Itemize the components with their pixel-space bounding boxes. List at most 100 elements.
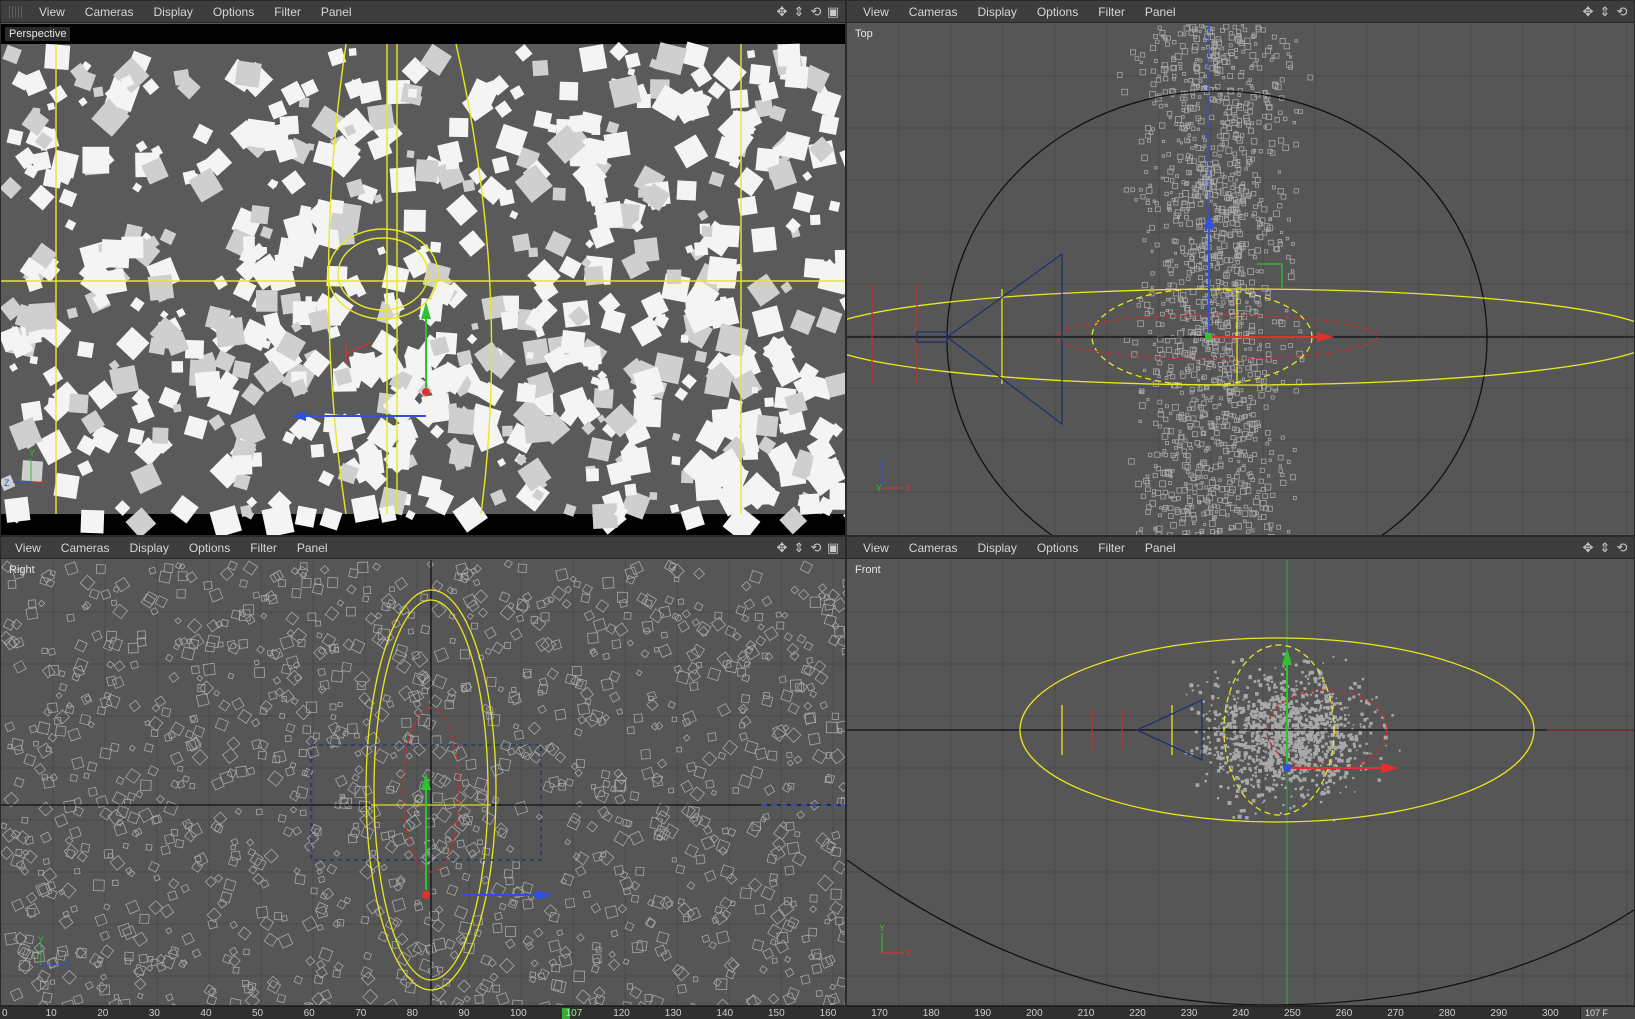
grid	[847, 560, 1634, 1005]
drag-grip-icon[interactable]	[9, 5, 23, 18]
perspective-scene: Y Z	[1, 24, 845, 535]
viewport-menubar: View Cameras Display Options Filter Pane…	[847, 537, 1634, 559]
timeline-tick: 130	[664, 1008, 682, 1019]
zoom-view-icon[interactable]: ⇕	[1598, 4, 1612, 20]
axis-y-label: Y	[876, 483, 882, 493]
right-scene: Y Z	[1, 560, 845, 1005]
axis-z-label: Z	[879, 459, 885, 469]
viewport-menubar: View Cameras Display Options Filter Pane…	[1, 1, 845, 23]
timeline-tick: 220	[1129, 1008, 1146, 1019]
rotate-view-icon[interactable]: ⟲	[809, 540, 823, 556]
timeline-tick: 190	[974, 1008, 992, 1019]
menu-panel[interactable]: Panel	[287, 537, 338, 559]
rotate-view-icon[interactable]: ⟲	[1615, 4, 1629, 20]
viewport-label-perspective[interactable]: Perspective	[5, 27, 71, 41]
viewport-right[interactable]: View Cameras Display Options Filter Pane…	[0, 536, 846, 1006]
timeline-tick: 20	[97, 1008, 109, 1019]
rotate-view-icon[interactable]: ⟲	[809, 4, 823, 20]
viewport-menubar: View Cameras Display Options Filter Pane…	[1, 537, 845, 559]
menu-options[interactable]: Options	[1027, 1, 1088, 23]
move-view-icon[interactable]: ✥	[775, 4, 789, 20]
menu-panel[interactable]: Panel	[311, 1, 362, 23]
menu-options[interactable]: Options	[203, 1, 264, 23]
menu-filter[interactable]: Filter	[1088, 537, 1135, 559]
menu-view[interactable]: View	[29, 1, 75, 23]
timeline-tick: 60	[303, 1008, 315, 1019]
rotate-view-icon[interactable]: ⟲	[1615, 540, 1629, 556]
menu-filter[interactable]: Filter	[264, 1, 311, 23]
timeline-tick: 50	[252, 1008, 264, 1019]
viewport-label-right[interactable]: Right	[5, 563, 39, 577]
viewport-canvas-front[interactable]: Y X	[847, 560, 1634, 1005]
menu-panel[interactable]: Panel	[1135, 1, 1186, 23]
menu-view[interactable]: View	[853, 1, 899, 23]
top-guides	[847, 24, 1634, 535]
move-view-icon[interactable]: ✥	[775, 540, 789, 556]
menu-display[interactable]: Display	[967, 1, 1026, 23]
front-guides	[847, 560, 1634, 1005]
menu-display[interactable]: Display	[967, 537, 1026, 559]
menu-view[interactable]: View	[853, 537, 899, 559]
viewport-label-front[interactable]: Front	[851, 563, 885, 577]
timeline-tick: 210	[1077, 1008, 1095, 1019]
timeline-tick: 260	[1335, 1008, 1353, 1019]
timeline-tick: 100	[510, 1008, 527, 1019]
menu-options[interactable]: Options	[1027, 537, 1088, 559]
maximize-panel-icon[interactable]: ▣	[826, 4, 840, 20]
frame-field[interactable]: 107 F	[1580, 1007, 1635, 1019]
axis-y-label: Y	[38, 935, 44, 945]
menu-filter[interactable]: Filter	[240, 537, 287, 559]
move-view-icon[interactable]: ✥	[1581, 540, 1595, 556]
timeline-ruler[interactable]: 107 F 0 10 20 30 40 50 60 70 80 90 100 107 120 130 140…	[0, 1006, 1635, 1019]
viewport-label-top[interactable]: Top	[851, 27, 877, 41]
viewport-canvas-perspective[interactable]: Y Z	[1, 24, 845, 535]
front-scene: Y X	[847, 560, 1634, 1005]
grid	[847, 24, 1634, 535]
top-scene: Z X Y	[847, 24, 1634, 535]
timeline-tick: 10	[45, 1008, 57, 1019]
zoom-view-icon[interactable]: ⇕	[792, 4, 806, 20]
viewport-canvas-top[interactable]: Z X Y	[847, 24, 1634, 535]
timeline-tick: 200	[1026, 1008, 1043, 1019]
timeline-tick: 0	[2, 1008, 8, 1019]
zoom-view-icon[interactable]: ⇕	[1598, 540, 1612, 556]
menu-cameras[interactable]: Cameras	[899, 537, 968, 559]
timeline-tick: 160	[819, 1008, 837, 1019]
timeline-tick: 80	[406, 1008, 418, 1019]
menu-panel[interactable]: Panel	[1135, 537, 1186, 559]
viewport-perspective[interactable]: View Cameras Display Options Filter Pane…	[0, 0, 846, 536]
viewport-menubar: View Cameras Display Options Filter Pane…	[847, 1, 1634, 23]
move-view-icon[interactable]: ✥	[1581, 4, 1595, 20]
axis-x-label: X	[905, 483, 911, 493]
axis-z-label: Z	[65, 960, 71, 970]
menu-cameras[interactable]: Cameras	[899, 1, 968, 23]
cube-outline-cloud	[1, 560, 845, 1005]
maximize-panel-icon[interactable]: ▣	[826, 540, 840, 556]
timeline-current-frame: 107	[565, 1008, 583, 1019]
menu-view[interactable]: View	[5, 537, 51, 559]
timeline-tick: 30	[148, 1008, 160, 1019]
axis-x-label: X	[906, 948, 912, 958]
menu-options[interactable]: Options	[179, 537, 240, 559]
timeline-tick: 90	[458, 1008, 470, 1019]
menu-filter[interactable]: Filter	[1088, 1, 1135, 23]
timeline-tick: 230	[1180, 1008, 1198, 1019]
viewport-front[interactable]: View Cameras Display Options Filter Pane…	[846, 536, 1635, 1006]
timeline-tick: 290	[1490, 1008, 1508, 1019]
viewport-canvas-right[interactable]: Y Z	[1, 560, 845, 1005]
particle-cloud	[1184, 652, 1401, 822]
menu-cameras[interactable]: Cameras	[51, 537, 120, 559]
menu-display[interactable]: Display	[143, 1, 202, 23]
timeline-tick: 240	[1232, 1008, 1250, 1019]
timeline-tick: 280	[1438, 1008, 1456, 1019]
timeline-tick: 250	[1284, 1008, 1301, 1019]
viewport-top[interactable]: View Cameras Display Options Filter Pane…	[846, 0, 1635, 536]
menu-cameras[interactable]: Cameras	[75, 1, 144, 23]
timeline-tick: 40	[200, 1008, 212, 1019]
timeline-tick: 300	[1542, 1008, 1559, 1019]
timeline-tick: 170	[871, 1008, 888, 1019]
timeline-tick: 70	[355, 1008, 367, 1019]
menu-display[interactable]: Display	[119, 537, 178, 559]
timeline-tick: 180	[922, 1008, 940, 1019]
zoom-view-icon[interactable]: ⇕	[792, 540, 806, 556]
